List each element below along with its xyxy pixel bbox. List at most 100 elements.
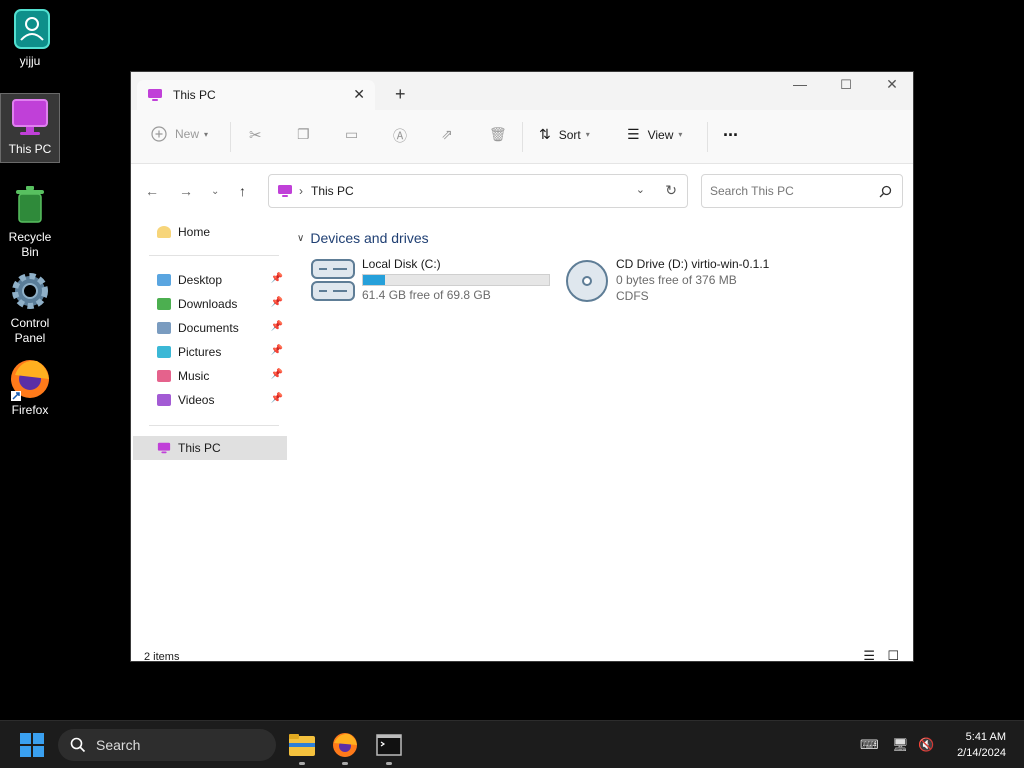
computer-icon (157, 442, 171, 454)
chevron-down-icon: ▾ (678, 130, 683, 139)
desktop-icon-label: Control Panel (10, 316, 50, 345)
chevron-down-icon[interactable]: ⌄ (636, 183, 645, 196)
system-clock[interactable]: 5:41 AM 2/14/2024 (957, 729, 1006, 761)
desktop-icon-recycle-bin[interactable]: Recycle Bin (0, 182, 60, 260)
cd-drive-icon (566, 260, 608, 302)
delete-button[interactable]: 🗑 (489, 126, 507, 143)
computer-icon (278, 185, 292, 197)
sidebar-item-label: Videos (178, 393, 215, 407)
touch-keyboard-icon[interactable]: ⌨ (860, 737, 879, 753)
pin-icon[interactable]: 📌 (271, 393, 283, 404)
new-tab-button[interactable]: + (395, 84, 406, 105)
volume-muted-icon[interactable]: 🔇 (918, 737, 934, 753)
rename-icon: Ⓐ (393, 128, 407, 144)
search-icon (879, 185, 892, 198)
cut-button[interactable]: ✂ (249, 126, 262, 144)
toolbar-divider (707, 122, 708, 152)
maximize-button[interactable]: ☐ (823, 77, 869, 93)
desktop-icon-firefox[interactable]: Firefox (0, 355, 60, 418)
details-view-icon[interactable]: ☰ (863, 648, 875, 664)
taskbar: Search ⌨ 🖥 🔇 5:41 AM 2/14/2024 (0, 720, 1024, 768)
sidebar-item-videos[interactable]: Videos 📌 (133, 388, 287, 412)
sort-button[interactable]: ⇅ Sort ▾ (539, 126, 590, 143)
windows-start-icon[interactable] (20, 733, 44, 757)
tab-this-pc[interactable]: This PC ✕ (137, 80, 375, 110)
chevron-down-icon: ▾ (204, 129, 209, 139)
share-icon: ⇗ (441, 126, 453, 142)
taskbar-search[interactable]: Search (58, 729, 276, 761)
more-label: ... (723, 120, 739, 140)
downloads-folder-icon (157, 298, 171, 310)
sidebar-item-downloads[interactable]: Downloads 📌 (133, 292, 287, 316)
paste-button[interactable]: ▭ (345, 126, 358, 143)
minimize-button[interactable]: — (777, 76, 823, 92)
new-label: New (175, 127, 200, 141)
sidebar-item-music[interactable]: Music 📌 (133, 364, 287, 388)
folder-icon (289, 734, 315, 756)
search-icon (70, 737, 86, 753)
taskbar-search-label: Search (96, 737, 141, 753)
clock-time: 5:41 AM (965, 731, 1006, 743)
content-pane: ∨ Devices and drives Local Disk (C:) 61.… (291, 217, 913, 637)
view-icon: ☰ (627, 126, 640, 142)
sidebar-item-documents[interactable]: Documents 📌 (133, 316, 287, 340)
drive-name: Local Disk (C:) (362, 257, 441, 271)
pin-icon[interactable]: 📌 (271, 369, 283, 380)
rename-button[interactable]: Ⓐ (393, 126, 407, 146)
desktop-icon-control-panel[interactable]: Control Panel (0, 268, 60, 346)
breadcrumb-chevron-icon: › (299, 184, 303, 198)
sidebar-item-desktop[interactable]: Desktop 📌 (133, 268, 287, 292)
plus-circle-icon (151, 126, 167, 142)
pin-icon[interactable]: 📌 (271, 345, 283, 356)
up-button[interactable]: ↑ (239, 183, 246, 199)
network-icon[interactable]: 🖥 (892, 737, 909, 753)
desktop-icon-this-pc[interactable]: This PC (0, 93, 60, 163)
sidebar-item-pictures[interactable]: Pictures 📌 (133, 340, 287, 364)
sidebar-item-home[interactable]: Home (133, 220, 287, 244)
file-explorer-window: This PC ✕ + — ☐ ✕ New ▾ ✂ ❐ ▭ Ⓐ ⇗ 🗑 ⇅ So… (130, 71, 914, 664)
drive-cd-d[interactable]: CD Drive (D:) virtio-win-0.1.1 0 bytes f… (565, 257, 805, 303)
close-window-button[interactable]: ✕ (869, 76, 915, 93)
share-button[interactable]: ⇗ (441, 126, 453, 143)
recycle-bin-icon (16, 186, 44, 223)
close-tab-icon[interactable]: ✕ (353, 86, 365, 103)
view-button[interactable]: ☰ View ▾ (627, 126, 682, 143)
new-button[interactable]: New ▾ (151, 126, 208, 142)
desktop-icon-user-folder[interactable]: yijju (0, 6, 60, 69)
taskbar-terminal[interactable] (375, 731, 403, 765)
chevron-down-icon: ▾ (585, 130, 590, 139)
search-placeholder: Search This PC (710, 184, 794, 198)
copy-icon: ❐ (297, 126, 310, 142)
sidebar-item-this-pc[interactable]: This PC (133, 436, 287, 460)
status-bar: 2 items ☰ ☐ (131, 640, 913, 664)
search-box[interactable]: Search This PC (701, 174, 903, 208)
forward-button[interactable]: → (179, 183, 193, 199)
address-bar[interactable]: › This PC ⌄ ↻ (268, 174, 688, 208)
taskbar-firefox[interactable] (331, 731, 359, 765)
pin-icon[interactable]: 📌 (271, 321, 283, 332)
firefox-icon (333, 733, 357, 757)
videos-folder-icon (157, 394, 171, 406)
music-folder-icon (157, 370, 171, 382)
drive-free-space: 0 bytes free of 376 MB (616, 273, 737, 287)
drive-local-disk-c[interactable]: Local Disk (C:) 61.4 GB free of 69.8 GB (311, 257, 551, 302)
terminal-icon (376, 734, 402, 756)
breadcrumb-this-pc[interactable]: This PC (311, 184, 354, 198)
sidebar-item-label: Home (178, 225, 211, 239)
tiles-view-icon[interactable]: ☐ (887, 648, 899, 664)
clock-date: 2/14/2024 (957, 747, 1006, 759)
home-icon (157, 226, 171, 238)
drive-usage-bar (362, 274, 550, 286)
refresh-icon[interactable]: ↻ (665, 182, 677, 199)
taskbar-file-explorer[interactable] (288, 731, 316, 765)
title-bar: This PC ✕ + — ☐ ✕ (131, 72, 913, 110)
hard-drive-icon (311, 259, 355, 301)
pin-icon[interactable]: 📌 (271, 273, 283, 284)
copy-button[interactable]: ❐ (297, 126, 310, 143)
back-button[interactable]: ← (145, 183, 159, 199)
drive-name: CD Drive (D:) virtio-win-0.1.1 (616, 257, 770, 271)
pin-icon[interactable]: 📌 (271, 297, 283, 308)
more-options-button[interactable]: ... (723, 120, 738, 141)
recent-locations-button[interactable]: ⌄ (211, 186, 219, 197)
section-header-devices[interactable]: ∨ Devices and drives (297, 230, 429, 246)
